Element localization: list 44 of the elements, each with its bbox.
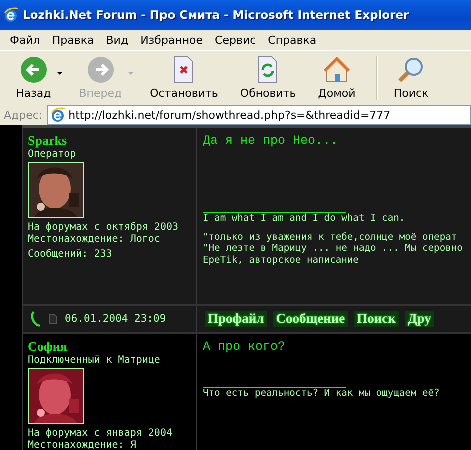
signature-text: I am what I am and I do what I can. xyxy=(203,213,406,224)
user-info: Сообщений: 233 xyxy=(28,249,114,261)
toolbar-button[interactable]: Домой xyxy=(312,56,362,100)
user-info: Местонахождение: Я xyxy=(28,440,138,450)
address-field[interactable]: http://lozhki.net/forum/showthread.php?s=&threadid=777 xyxy=(46,105,471,125)
page-icon xyxy=(50,107,66,123)
post-text: Да я не про Нео... xyxy=(203,134,340,150)
signature-text: "Не лезте в Марицу ... не надо ... Мы серовно xyxy=(203,243,464,254)
toolbar-button[interactable]: Остановить xyxy=(144,56,224,100)
post-date: 06.01.2004 23:09 xyxy=(65,313,166,325)
user-info: Местонахождение: Логос xyxy=(28,234,162,246)
menu-item[interactable]: Справка xyxy=(262,34,323,46)
post-text: А про кого? xyxy=(203,340,287,356)
user-info: На форумах с января 2004 xyxy=(28,428,174,440)
user-rank: Подключенный к Матрице xyxy=(28,355,162,367)
house-icon xyxy=(323,56,352,84)
menu-item[interactable]: Избранное xyxy=(134,34,210,46)
menu-item[interactable]: Вид xyxy=(100,34,135,46)
signature-text: Что есть реальность? И как мы ощущаем её? xyxy=(203,388,441,400)
address-label: Адрес: xyxy=(4,108,43,122)
user-info: На форумах с октября 2003 xyxy=(28,222,180,234)
post-action-button[interactable]: Профайл xyxy=(205,311,268,327)
user-rank: Оператор xyxy=(28,149,78,161)
dropdown-caret-icon[interactable] xyxy=(57,72,64,74)
menu-item[interactable]: Сервис xyxy=(209,34,262,46)
signature-text: "только из уважения к тебе,солнце моё операт xyxy=(203,232,458,243)
toolbar-button[interactable]: Назад xyxy=(10,56,58,100)
ie-logo-icon xyxy=(3,7,19,23)
menu-item[interactable]: Файл xyxy=(4,34,46,46)
menu-item[interactable]: Правка xyxy=(46,34,100,46)
signature-text: EpeTik, авторское написание xyxy=(203,254,360,266)
document-icon xyxy=(49,314,57,324)
post-action-button[interactable]: Дру xyxy=(404,311,434,327)
post-action-button[interactable]: Поиск xyxy=(354,311,399,327)
author-name[interactable]: Sparks xyxy=(28,135,191,147)
post-action-button[interactable]: Сообщение xyxy=(273,311,348,327)
refresh-icon xyxy=(256,56,280,84)
stop-icon xyxy=(172,56,196,84)
toolbar-button[interactable]: Обновить xyxy=(234,56,302,100)
search-icon xyxy=(397,56,426,84)
author-name[interactable]: София xyxy=(28,341,191,353)
phone-icon[interactable] xyxy=(31,311,41,327)
toolbar-button[interactable]: Поиск xyxy=(388,56,435,100)
window-title: Lozhki.Net Forum - Про Смита - Microsoft Internet Explorer xyxy=(23,8,410,22)
